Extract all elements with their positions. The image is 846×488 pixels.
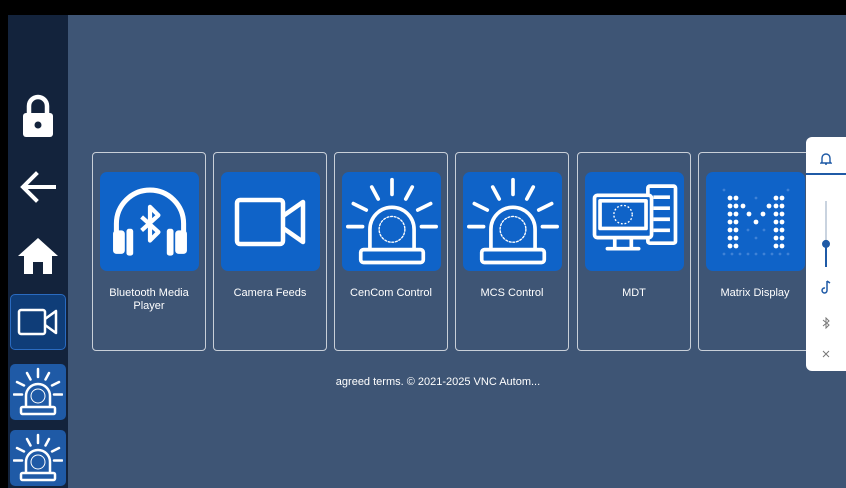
back-arrow-icon [20, 171, 56, 203]
music-button[interactable] [806, 277, 846, 297]
home-button[interactable] [8, 228, 68, 284]
bluetooth-button[interactable] [806, 313, 846, 333]
card-label: Camera Feeds [233, 287, 307, 299]
card-camera-feeds[interactable]: Camera Feeds [213, 152, 327, 351]
sidebar-beacon-button-2[interactable] [10, 430, 66, 486]
lock-icon [23, 94, 53, 137]
beacon-icon [13, 367, 63, 416]
video-camera-icon [234, 197, 305, 246]
beacon-icon [13, 433, 63, 482]
card-bluetooth-media-player[interactable]: Bluetooth Media Player [92, 152, 206, 351]
card-label: MDT [622, 287, 646, 299]
bluetooth-icon [822, 317, 830, 329]
computer-icon [592, 183, 677, 251]
card-tile [706, 172, 805, 271]
footer-text: agreed terms. © 2021-2025 VNC Autom... [335, 376, 541, 388]
quick-settings-panel [806, 137, 846, 371]
beacon-icon [345, 177, 438, 264]
volume-slider[interactable] [806, 199, 846, 269]
notifications-button[interactable] [806, 145, 846, 175]
card-tile [100, 172, 199, 271]
camera-icon [17, 308, 58, 336]
sidebar [8, 15, 68, 488]
music-note-icon [821, 280, 831, 294]
bell-icon [820, 153, 832, 165]
matrix-m-icon [722, 188, 789, 255]
card-label: MCS Control [480, 287, 544, 299]
card-tile [585, 172, 684, 271]
volume-slider-knob [822, 239, 830, 248]
card-tile [342, 172, 441, 271]
card-label: Matrix Display [720, 287, 790, 299]
back-button[interactable] [8, 162, 68, 212]
sidebar-beacon-button-1[interactable] [10, 364, 66, 420]
card-mcs-control[interactable]: MCS Control [455, 152, 569, 351]
home-icon [18, 238, 58, 274]
card-mdt[interactable]: MDT [577, 152, 691, 351]
volume-slider-track [822, 201, 830, 267]
card-cencom-control[interactable]: CenCom Control [334, 152, 448, 351]
app-window: Bluetooth Media Player Camera Feeds CenC… [8, 15, 846, 488]
card-tile [221, 172, 320, 271]
close-panel-button[interactable] [806, 344, 846, 364]
bluetooth-headphones-icon [112, 187, 187, 256]
card-label: Bluetooth Media Player [109, 287, 189, 312]
sidebar-camera-button[interactable] [10, 294, 66, 350]
beacon-icon [466, 177, 559, 264]
card-matrix-display[interactable]: Matrix Display [698, 152, 812, 351]
card-label: CenCom Control [350, 287, 432, 299]
close-icon [822, 350, 830, 358]
lock-button[interactable] [8, 89, 68, 145]
card-tile [463, 172, 562, 271]
